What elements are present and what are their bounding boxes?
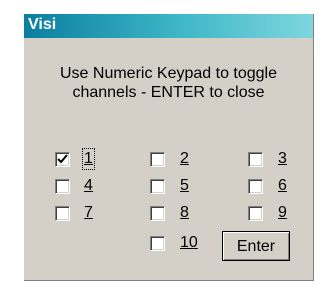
channel-10-label[interactable]: 10 [180, 234, 198, 252]
checkmark-icon [57, 154, 68, 164]
window-title: Visi [28, 16, 57, 33]
channel-9-label[interactable]: 9 [278, 204, 287, 222]
channel-6-checkbox[interactable] [248, 179, 263, 194]
channel-5-label[interactable]: 5 [180, 177, 189, 195]
instructions-line-2: channels - ENTER to close [72, 84, 265, 101]
channel-6-label[interactable]: 6 [278, 177, 287, 195]
channel-4-checkbox[interactable] [55, 179, 70, 194]
channel-10-checkbox[interactable] [150, 236, 165, 251]
channel-3-checkbox[interactable] [248, 152, 263, 167]
enter-button[interactable]: Enter [222, 231, 290, 261]
channel-8-checkbox[interactable] [150, 206, 165, 221]
channel-1-label[interactable]: 1 [82, 148, 95, 170]
channel-1-checkbox[interactable] [55, 152, 70, 167]
instructions-text: Use Numeric Keypad to toggle channels - … [24, 64, 313, 102]
channel-3-label[interactable]: 3 [278, 150, 287, 168]
channel-7-label[interactable]: 7 [84, 204, 93, 222]
title-bar[interactable]: Visi [24, 14, 313, 38]
channel-2-checkbox[interactable] [150, 152, 165, 167]
channel-5-checkbox[interactable] [150, 179, 165, 194]
instructions-line-1: Use Numeric Keypad to toggle [60, 65, 277, 82]
channel-4-label[interactable]: 4 [84, 177, 93, 195]
channel-2-label[interactable]: 2 [180, 150, 189, 168]
channel-9-checkbox[interactable] [248, 206, 263, 221]
channel-7-checkbox[interactable] [55, 206, 70, 221]
channel-8-label[interactable]: 8 [180, 204, 189, 222]
